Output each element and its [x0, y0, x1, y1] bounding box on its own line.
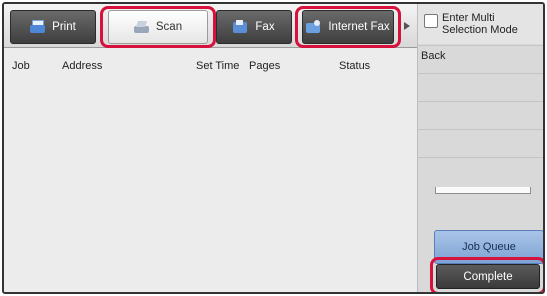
internet-fax-icon	[306, 20, 322, 34]
job-list-header: Job Address Set Time Pages Status	[4, 49, 417, 77]
complete-button[interactable]: Complete	[436, 264, 540, 289]
complete-label: Complete	[463, 270, 513, 283]
multi-selection-label-line2: Selection Mode	[442, 24, 518, 36]
job-queue-label: Job Queue	[462, 241, 516, 253]
tab-print[interactable]: Print	[10, 10, 96, 44]
job-queue-button[interactable]: Job Queue	[434, 230, 543, 264]
mode-tab-bar: Print Scan Fax Internet Fax	[4, 4, 417, 48]
scanner-icon	[133, 20, 150, 34]
tab-fax[interactable]: Fax	[216, 10, 292, 44]
back-button[interactable]: Back	[418, 45, 543, 73]
side-item-empty-2	[418, 101, 543, 129]
column-pages: Pages	[249, 60, 281, 72]
multi-selection-label: Enter Multi Selection Mode	[442, 12, 518, 36]
column-status: Status	[339, 60, 371, 72]
tab-internet-fax[interactable]: Internet Fax	[302, 10, 394, 44]
scroll-right-icon[interactable]	[404, 22, 410, 30]
multi-selection-toggle[interactable]: Enter Multi Selection Mode	[418, 4, 543, 44]
side-item-empty-3	[418, 129, 543, 157]
fax-icon	[233, 20, 249, 34]
tab-scan[interactable]: Scan	[108, 10, 208, 44]
tab-scan-label: Scan	[155, 21, 183, 33]
tab-fax-label: Fax	[255, 21, 275, 33]
side-panel: Enter Multi Selection Mode Back Job Queu…	[417, 4, 543, 292]
tab-print-label: Print	[52, 21, 76, 33]
printer-icon	[30, 20, 46, 34]
column-address: Address	[62, 60, 103, 72]
column-set-time: Set Time	[196, 60, 240, 72]
side-divider	[435, 187, 531, 194]
multi-selection-label-line1: Enter Multi	[442, 12, 495, 24]
job-status-screen: Print Scan Fax Internet Fax Job Address …	[2, 2, 545, 294]
side-item-empty-1	[418, 73, 543, 101]
side-item-empty-4	[418, 157, 543, 187]
tab-internet-fax-label: Internet Fax	[328, 21, 390, 33]
back-label: Back	[421, 50, 446, 62]
multi-selection-checkbox[interactable]	[424, 14, 438, 28]
column-job: Job	[12, 60, 30, 72]
job-list: Job Address Set Time Pages Status	[4, 49, 417, 292]
